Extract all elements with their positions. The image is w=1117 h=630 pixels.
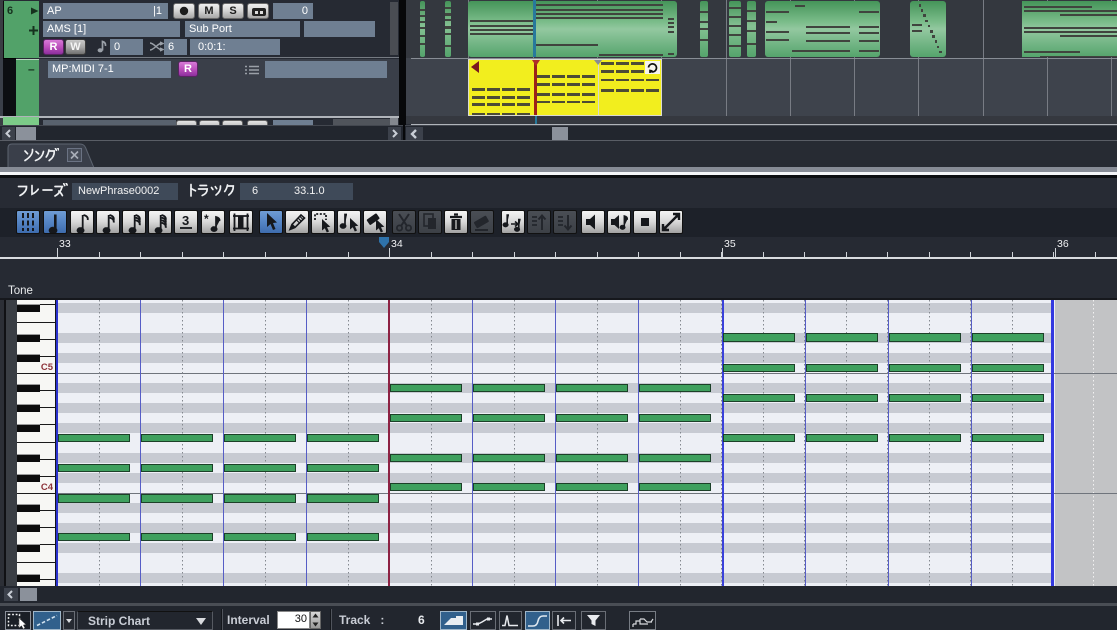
svg-text:3: 3 xyxy=(182,213,189,228)
svg-text:*: * xyxy=(204,212,209,226)
